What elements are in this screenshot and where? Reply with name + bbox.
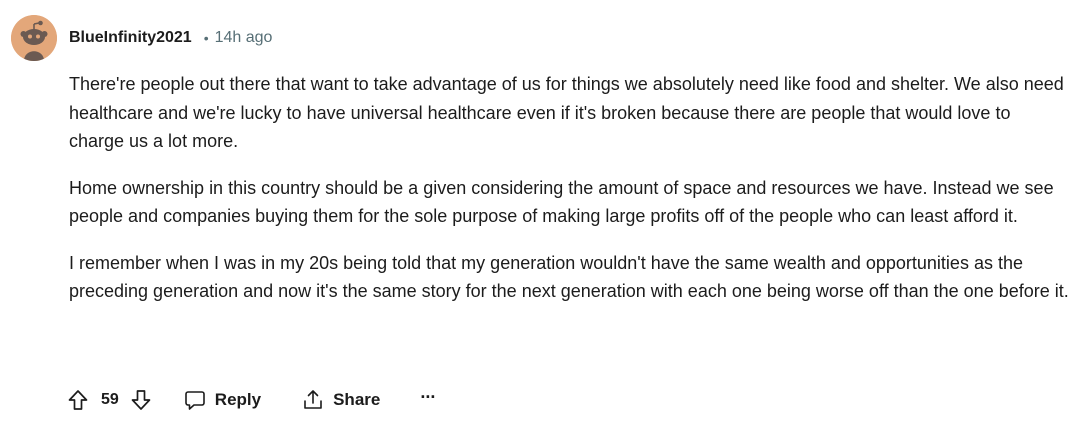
share-button[interactable]: Share xyxy=(301,388,380,412)
avatar[interactable] xyxy=(11,15,57,61)
upvote-arrow-icon xyxy=(68,390,88,410)
downvote-arrow-icon xyxy=(131,390,151,410)
share-label: Share xyxy=(333,390,381,409)
speech-bubble-icon xyxy=(184,391,205,410)
reply-label: Reply xyxy=(214,390,262,409)
comment-paragraph: There're people out there that want to t… xyxy=(69,74,1064,151)
timestamp[interactable]: 14h ago xyxy=(215,29,273,47)
share-icon xyxy=(304,390,322,409)
comment: BlueInfinity2021 • 14h ago There're peop… xyxy=(0,0,1080,427)
comment-action-bar: 59 Reply Share ··· xyxy=(66,385,436,415)
comment-paragraph: I remember when I was in my 20s being to… xyxy=(69,252,1069,302)
upvote-button[interactable] xyxy=(66,388,90,412)
comment-body: There're people out there that want to t… xyxy=(69,70,1069,324)
reply-button[interactable]: Reply xyxy=(183,388,261,412)
downvote-button[interactable] xyxy=(129,388,153,412)
vote-score: 59 xyxy=(101,391,119,408)
snoo-avatar-icon xyxy=(11,15,57,61)
meta-separator: • xyxy=(203,30,209,46)
more-options-button[interactable]: ··· xyxy=(420,388,436,412)
comment-paragraph: Home ownership in this country should be… xyxy=(69,177,1054,227)
comment-header: BlueInfinity2021 • 14h ago xyxy=(69,27,272,49)
vote-group: 59 xyxy=(66,388,153,412)
username-link[interactable]: BlueInfinity2021 xyxy=(69,29,192,47)
